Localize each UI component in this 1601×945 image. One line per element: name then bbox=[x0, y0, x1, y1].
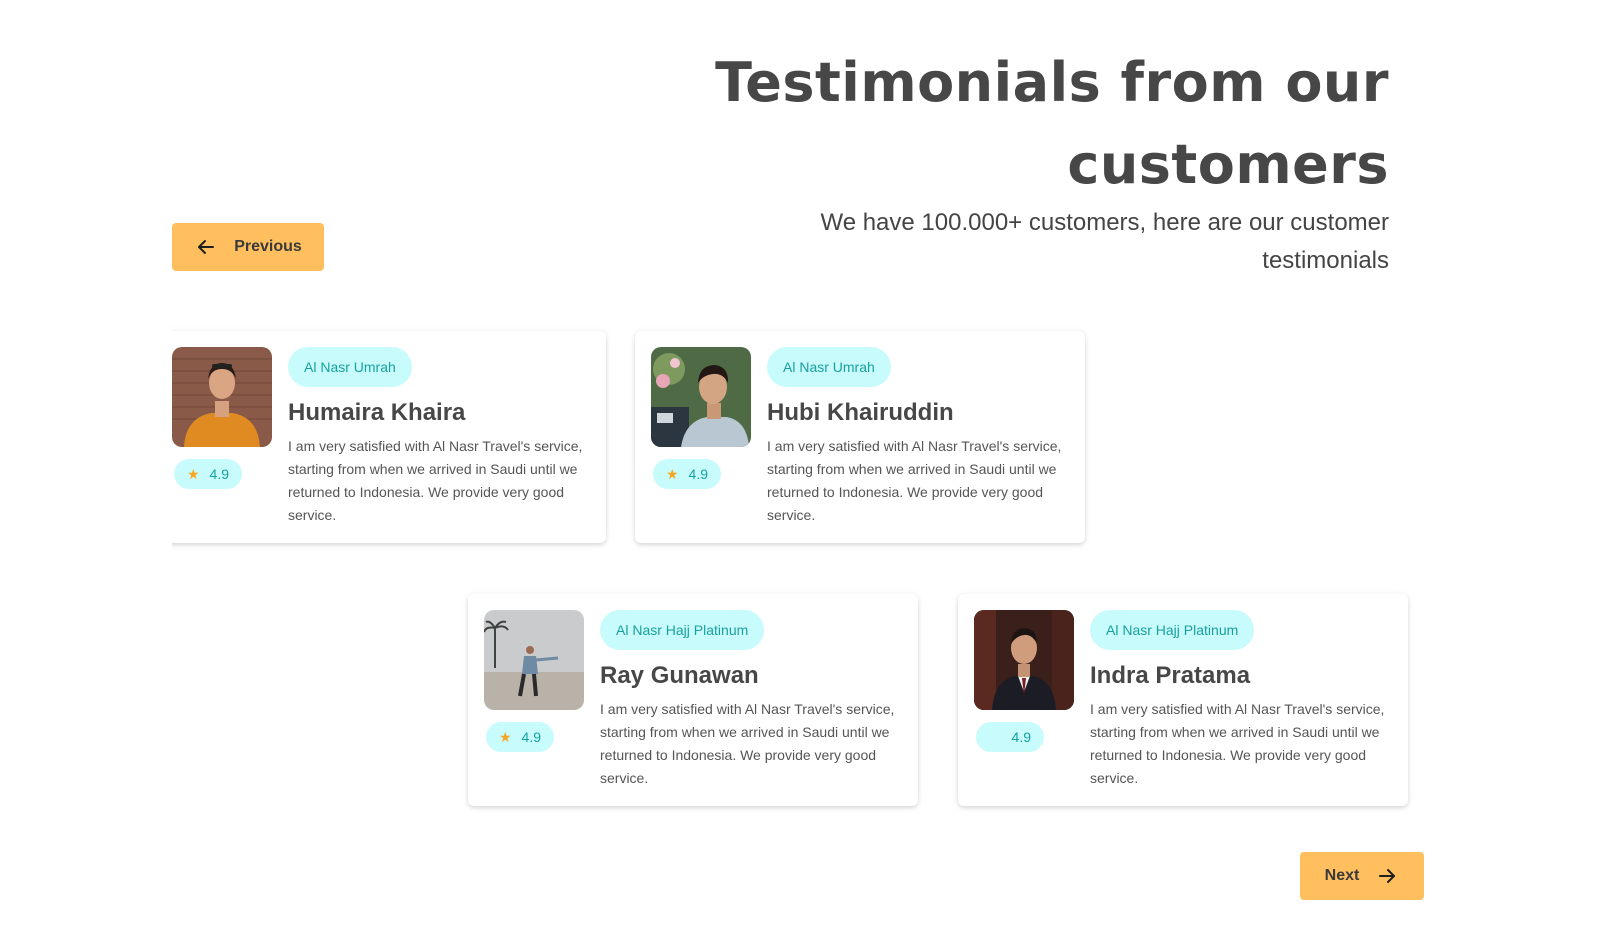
page-subtitle: We have 100.000+ customers, here are our… bbox=[820, 209, 1389, 274]
rating-value: 4.9 bbox=[209, 466, 230, 482]
arrow-left-icon bbox=[194, 235, 218, 259]
star-icon: ★ bbox=[665, 465, 679, 482]
testimonial-card: ★ 4.9 Al Nasr Umrah Hubi Khairuddin I am… bbox=[635, 331, 1085, 543]
page-title: Testimonials from our customers bbox=[715, 51, 1389, 196]
testimonial-text: I am very satisfied with Al Nasr Travel'… bbox=[767, 438, 1062, 523]
rating-badge: ★ 4.9 bbox=[653, 459, 721, 489]
testimonial-text: I am very satisfied with Al Nasr Travel'… bbox=[600, 701, 895, 786]
avatar bbox=[974, 610, 1074, 710]
avatar bbox=[172, 347, 272, 447]
rating-badge: ★ 4.9 bbox=[174, 459, 242, 489]
package-tag: Al Nasr Umrah bbox=[767, 347, 891, 387]
testimonial-card: ★ 4.9 Al Nasr Umrah Humaira Khaira I am … bbox=[172, 331, 606, 543]
rating-value: 4.9 bbox=[1011, 729, 1032, 745]
next-button-label: Next bbox=[1324, 867, 1360, 884]
package-tag: Al Nasr Hajj Platinum bbox=[1090, 610, 1255, 650]
package-tag: Al Nasr Hajj Platinum bbox=[600, 610, 765, 650]
testimonial-card: ★ 4.9 Al Nasr Hajj Platinum Ray Gunawan … bbox=[468, 594, 918, 806]
customer-name: Humaira Khaira bbox=[288, 399, 466, 426]
testimonial-card: ★ 4.9 Al Nasr Hajj Platinum Indra Pratam… bbox=[958, 594, 1408, 806]
star-icon: ★ bbox=[186, 465, 200, 482]
avatar bbox=[484, 610, 584, 710]
customer-name: Ray Gunawan bbox=[600, 662, 759, 689]
testimonials-carousel: ★ 4.9 Al Nasr Umrah Humaira Khaira I am … bbox=[172, 315, 1434, 825]
rating-badge: ★ 4.9 bbox=[486, 722, 554, 752]
rating-value: 4.9 bbox=[688, 466, 709, 482]
previous-button-label: Previous bbox=[234, 238, 302, 255]
arrow-right-icon bbox=[1375, 864, 1399, 888]
testimonial-text: I am very satisfied with Al Nasr Travel'… bbox=[1090, 701, 1385, 786]
package-tag: Al Nasr Umrah bbox=[288, 347, 412, 387]
rating-badge: ★ 4.9 bbox=[976, 722, 1044, 752]
star-icon: ★ bbox=[989, 729, 1002, 746]
previous-button[interactable]: Previous bbox=[172, 223, 324, 271]
customer-name: Indra Pratama bbox=[1090, 662, 1251, 689]
next-button[interactable]: Next bbox=[1300, 852, 1424, 900]
customer-name: Hubi Khairuddin bbox=[767, 399, 954, 426]
rating-value: 4.9 bbox=[521, 729, 542, 745]
testimonial-text: I am very satisfied with Al Nasr Travel'… bbox=[288, 438, 583, 523]
star-icon: ★ bbox=[498, 728, 512, 745]
avatar bbox=[651, 347, 751, 447]
